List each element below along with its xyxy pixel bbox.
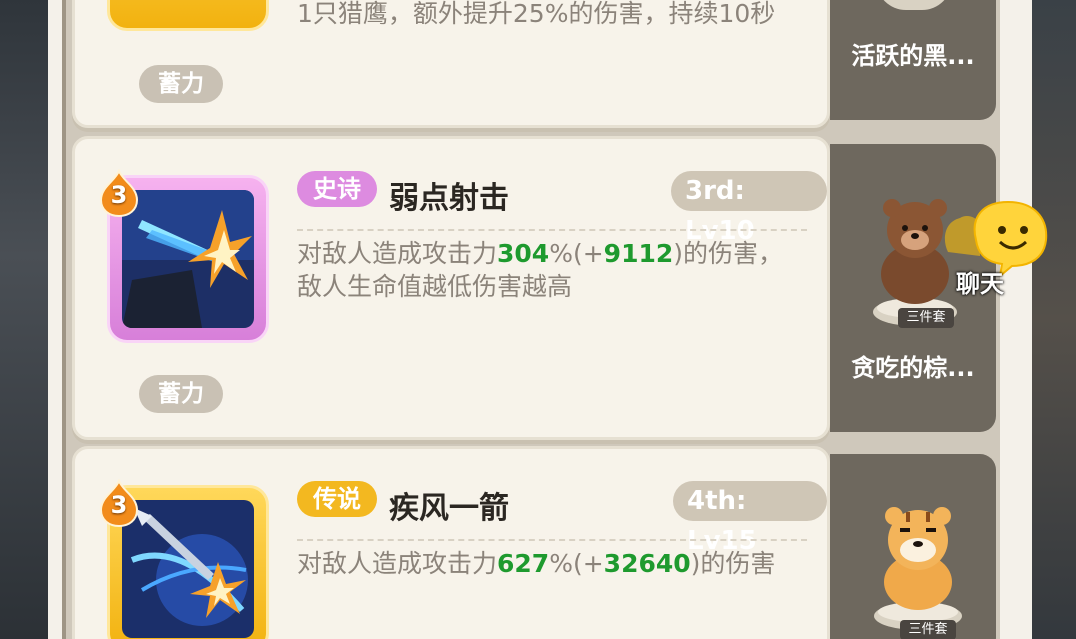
skill-rank-badge: 4th: Lv15 — [673, 481, 827, 556]
rarity-tag: 史诗 — [297, 171, 377, 207]
rarity-tag: 传说 — [297, 481, 377, 517]
divider — [297, 539, 807, 541]
skill-description: 对敌人造成攻击力304%(+9112)的伤害， 敌人生命值越低伤害越高 — [297, 239, 784, 301]
skill-rank-badge: 3rd: Lv10 — [671, 171, 827, 246]
skill-card[interactable]: 3 史诗 弱点射击 3rd: Lv10 对敌人造成攻击力304%(+9112)的… — [72, 136, 830, 440]
skill-description: 1只猎鹰，额外提升25%的伤害，持续10秒 — [297, 0, 776, 28]
suit-set-badge: 三件套 — [898, 308, 954, 328]
skill-level-badge: 3 — [99, 168, 139, 218]
skill-icon-frame — [107, 0, 269, 31]
pet-side-panel[interactable]: 活跃的黑... — [830, 0, 996, 120]
weak-point-shot-icon — [122, 190, 254, 328]
tiger-pet-figure — [870, 498, 966, 632]
suit-set-badge: 三件套 — [900, 620, 956, 639]
pet-name: 活跃的黑... — [851, 42, 975, 70]
skill-name: 疾风一箭 — [389, 491, 509, 526]
pet-side-panel[interactable]: 三件套 — [830, 454, 996, 639]
skill-name: 弱点射击 — [389, 181, 509, 216]
gale-arrow-icon — [122, 500, 254, 638]
chat-button[interactable]: 聊天 — [940, 196, 1055, 304]
background-right — [1030, 0, 1076, 639]
pet-pedestal — [876, 0, 952, 10]
skill-card[interactable]: 3 传说 疾风一箭 4th: Lv15 对敌人造成攻击力627%(+32640)… — [72, 446, 830, 639]
skill-level-badge: 3 — [99, 478, 139, 528]
pet-name: 贪吃的棕... — [851, 354, 975, 382]
charge-badge: 蓄力 — [139, 375, 223, 413]
charge-badge: 蓄力 — [139, 65, 223, 103]
chat-label: 聊天 — [956, 270, 1004, 298]
skill-card-partial[interactable]: 1只猎鹰，额外提升25%的伤害，持续10秒 蓄力 — [72, 0, 830, 128]
skill-description: 对敌人造成攻击力627%(+32640)的伤害 — [297, 549, 776, 578]
background-left — [0, 0, 48, 639]
divider — [297, 229, 807, 231]
